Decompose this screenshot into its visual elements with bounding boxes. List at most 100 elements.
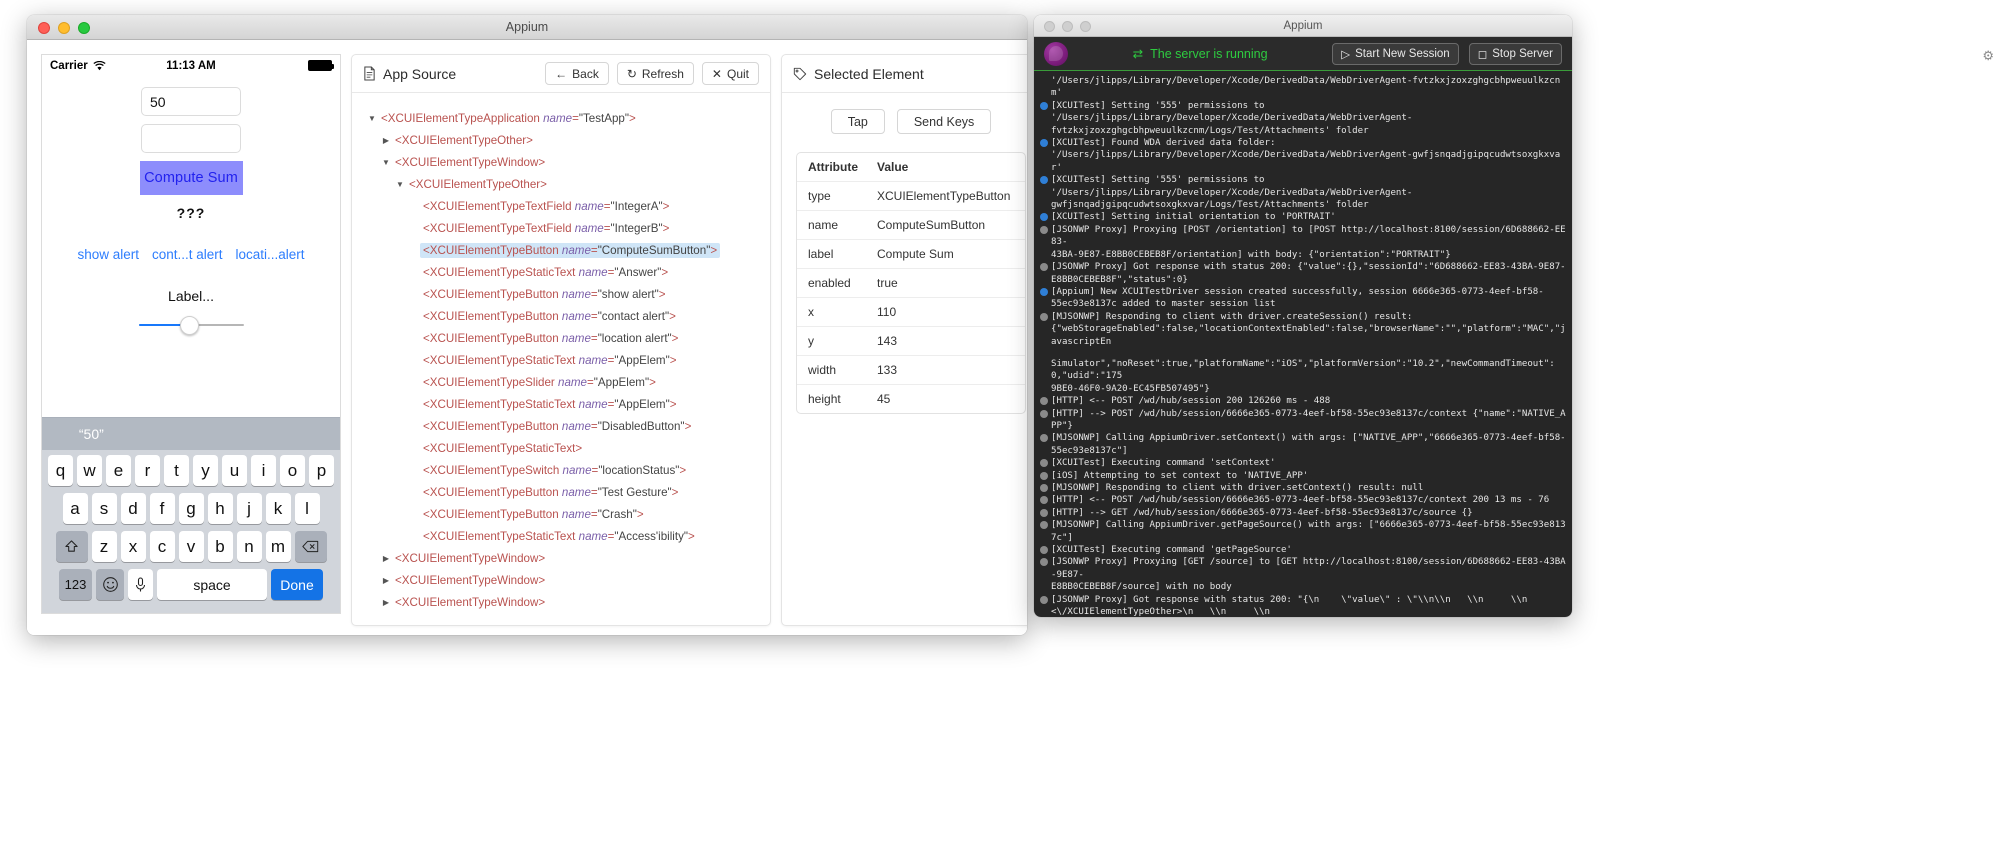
tree-node-label: <XCUIElementTypeButton name="Test Gestur… — [423, 485, 679, 499]
ios-keyboard[interactable]: “50” qwertyuiop asdfghjkl z x c v b n m … — [42, 417, 340, 613]
tree-node[interactable]: ▼ <XCUIElementTypeWindow> — [358, 151, 764, 173]
tree-node[interactable]: <XCUIElementTypeButton name="location al… — [358, 327, 764, 349]
close-window-button[interactable] — [38, 22, 50, 34]
chevron-right-icon[interactable]: ▶ — [380, 554, 392, 563]
chevron-down-icon[interactable]: ▼ — [380, 158, 392, 167]
server-log-output[interactable]: '/Users/jlipps/Library/Developer/Xcode/D… — [1034, 71, 1572, 617]
tree-node[interactable]: <XCUIElementTypeTextField name="IntegerA… — [358, 195, 764, 217]
tap-button[interactable]: Tap — [830, 109, 885, 134]
key-h[interactable]: h — [207, 493, 233, 524]
key-f[interactable]: f — [149, 493, 175, 524]
chevron-right-icon[interactable]: ▶ — [380, 598, 392, 607]
tree-node[interactable]: <XCUIElementTypeButton name="DisabledBut… — [358, 415, 764, 437]
key-a[interactable]: a — [62, 493, 88, 524]
send-keys-button[interactable]: Send Keys — [896, 109, 992, 134]
chevron-down-icon[interactable]: ▼ — [394, 180, 406, 189]
key-t[interactable]: t — [164, 455, 189, 486]
tree-node[interactable]: <XCUIElementTypeStaticText name="Answer"… — [358, 261, 764, 283]
show-alert-button[interactable]: show alert — [77, 247, 139, 262]
tree-node[interactable]: <XCUIElementTypeTextField name="IntegerB… — [358, 217, 764, 239]
tree-node[interactable]: <XCUIElementTypeStaticText name="AppElem… — [358, 349, 764, 371]
log-indent-spacer — [1040, 114, 1048, 122]
tree-node[interactable]: <XCUIElementTypeButton name="Test Gestur… — [358, 481, 764, 503]
server-minimize-button[interactable] — [1062, 21, 1073, 32]
key-z[interactable]: z — [91, 531, 117, 562]
minimize-window-button[interactable] — [58, 22, 70, 34]
chevron-down-icon[interactable]: ▼ — [366, 114, 378, 123]
log-line: [HTTP] <-- POST /wd/hub/session/6666e365… — [1040, 494, 1566, 506]
key-d[interactable]: d — [120, 493, 146, 524]
tree-node[interactable]: ▼ <XCUIElementTypeOther> — [358, 173, 764, 195]
key-o[interactable]: o — [280, 455, 305, 486]
compute-sum-button[interactable]: Compute Sum — [139, 161, 243, 195]
source-tree[interactable]: ▼ <XCUIElementTypeApplication name="TestA… — [358, 107, 764, 613]
key-r[interactable]: r — [135, 455, 160, 486]
tree-node[interactable]: ▶ <XCUIElementTypeOther> — [358, 129, 764, 151]
value-column-header: Value — [877, 160, 909, 174]
log-line: [MJSONWP] Calling AppiumDriver.setContex… — [1040, 432, 1566, 444]
server-window-traffic-lights[interactable] — [1044, 21, 1091, 32]
server-maximize-button[interactable] — [1080, 21, 1091, 32]
space-key[interactable]: space — [157, 569, 267, 600]
key-n[interactable]: n — [236, 531, 262, 562]
done-key[interactable]: Done — [271, 569, 323, 600]
app-element-slider[interactable] — [138, 316, 244, 335]
key-m[interactable]: m — [265, 531, 291, 562]
dictation-key[interactable] — [128, 569, 153, 600]
emoji-key[interactable] — [96, 569, 124, 600]
key-g[interactable]: g — [178, 493, 204, 524]
integer-b-field[interactable] — [141, 124, 241, 153]
tree-node[interactable]: ▶ <XCUIElementTypeWindow> — [358, 547, 764, 569]
tree-node[interactable]: ▼ <XCUIElementTypeApplication name="TestA… — [358, 107, 764, 129]
key-q[interactable]: q — [48, 455, 73, 486]
key-x[interactable]: x — [120, 531, 146, 562]
server-close-button[interactable] — [1044, 21, 1055, 32]
numbers-key[interactable]: 123 — [59, 569, 92, 600]
stop-server-button[interactable]: ◻ Stop Server — [1468, 42, 1562, 65]
key-b[interactable]: b — [207, 531, 233, 562]
key-p[interactable]: p — [309, 455, 334, 486]
tree-node[interactable]: <XCUIElementTypeSlider name="AppElem"> — [358, 371, 764, 393]
slider-knob[interactable] — [179, 316, 199, 335]
app-source-body[interactable]: ▼ <XCUIElementTypeApplication name="TestA… — [352, 93, 770, 625]
location-alert-button[interactable]: locati...alert — [236, 247, 305, 262]
key-k[interactable]: k — [265, 493, 291, 524]
key-l[interactable]: l — [294, 493, 320, 524]
chevron-right-icon[interactable]: ▶ — [380, 576, 392, 585]
prediction-item-1[interactable]: “50” — [42, 426, 141, 442]
tree-node[interactable]: <XCUIElementTypeButton name="contact ale… — [358, 305, 764, 327]
window-traffic-lights[interactable] — [38, 22, 90, 34]
key-c[interactable]: c — [149, 531, 175, 562]
key-j[interactable]: j — [236, 493, 262, 524]
tree-node[interactable]: <XCUIElementTypeSwitch name="locationSta… — [358, 459, 764, 481]
tree-node[interactable]: <XCUIElementTypeButton name="Crash"> — [358, 503, 764, 525]
appium-server-window: Appium ⇄ The server is running ▷ Start N… — [1034, 15, 1572, 617]
contact-alert-button[interactable]: cont...t alert — [152, 247, 223, 262]
back-button[interactable]: ← Back — [545, 62, 609, 85]
simulator-screen[interactable]: Carrier 11:13 AM 50 Compute Sum ??? show… — [41, 54, 341, 614]
key-s[interactable]: s — [91, 493, 117, 524]
integer-a-field[interactable]: 50 — [141, 87, 241, 116]
tree-node[interactable]: <XCUIElementTypeButton name="show alert"… — [358, 283, 764, 305]
tree-node[interactable]: <XCUIElementTypeButton name="ComputeSumB… — [358, 239, 764, 261]
key-e[interactable]: e — [106, 455, 131, 486]
gear-icon[interactable]: ⚙ — [1982, 48, 1994, 64]
tree-node[interactable]: ▶ <XCUIElementTypeWindow> — [358, 569, 764, 591]
key-y[interactable]: y — [193, 455, 218, 486]
key-u[interactable]: u — [222, 455, 247, 486]
tree-node[interactable]: <XCUIElementTypeStaticText> — [358, 437, 764, 459]
start-new-session-button[interactable]: ▷ Start New Session — [1332, 42, 1459, 65]
tree-node[interactable]: ▶ <XCUIElementTypeWindow> — [358, 591, 764, 613]
shift-key[interactable] — [55, 531, 88, 562]
key-i[interactable]: i — [251, 455, 276, 486]
tree-node[interactable]: <XCUIElementTypeStaticText name="Access'… — [358, 525, 764, 547]
refresh-button[interactable]: ↻ Refresh — [616, 62, 694, 85]
maximize-window-button[interactable] — [78, 22, 90, 34]
key-v[interactable]: v — [178, 531, 204, 562]
key-w[interactable]: w — [77, 455, 102, 486]
emoji-icon — [102, 577, 118, 592]
delete-key[interactable] — [294, 531, 327, 562]
tree-node[interactable]: <XCUIElementTypeStaticText name="AppElem… — [358, 393, 764, 415]
chevron-right-icon[interactable]: ▶ — [380, 136, 392, 145]
quit-button[interactable]: ✕ Quit — [701, 62, 759, 85]
